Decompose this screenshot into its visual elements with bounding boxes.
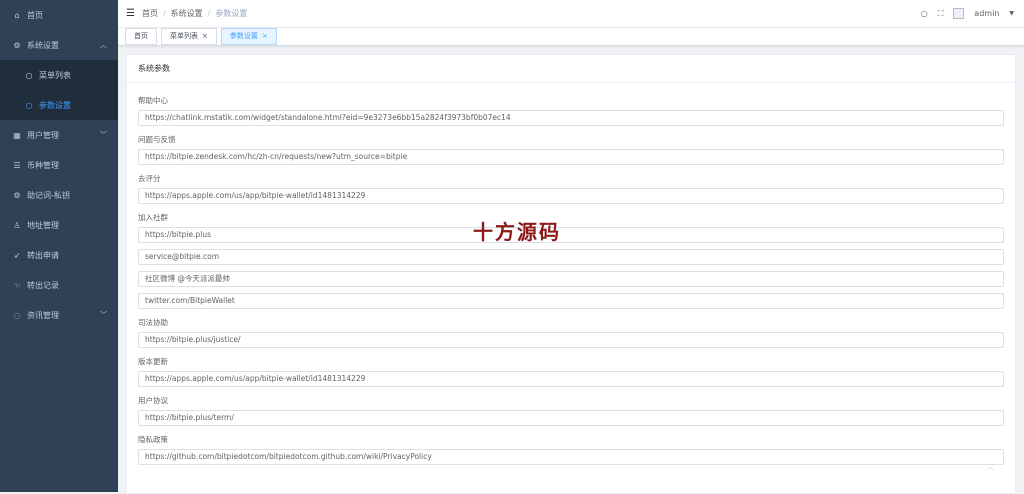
sidebar-item-label: 助记词-私钥: [27, 190, 70, 200]
form-label: 用户协议: [138, 396, 168, 405]
breadcrumb-separator: /: [162, 9, 166, 18]
rocket-icon: ➶: [13, 250, 21, 260]
tag-label: 菜单列表: [170, 32, 198, 40]
sidebar-item-home[interactable]: ⌂ 首页: [0, 0, 118, 30]
sidebar-item-label: 用户管理: [27, 130, 59, 140]
gear-icon: ⚙: [13, 40, 21, 50]
sliders-icon: ☰: [13, 160, 21, 170]
settings-form: 帮助中心 https://chatlink.mstatik.com/widget…: [127, 83, 1015, 465]
circle-icon: ○: [25, 100, 33, 110]
form-group-help-center: 帮助中心 https://chatlink.mstatik.com/widget…: [138, 93, 1015, 126]
grid-icon: ▦: [13, 130, 21, 140]
help-center-input[interactable]: https://chatlink.mstatik.com/widget/stan…: [138, 110, 1004, 126]
sidebar-item-transfer-request[interactable]: ➶ 转出申请: [0, 240, 118, 270]
sidebar-item-user-management[interactable]: ▦ 用户管理 ﹀: [0, 120, 118, 150]
form-group-user-agreement: 用户协议 https://bitpie.plus/term/: [138, 393, 1015, 426]
sidebar-item-label: 系统设置: [27, 40, 59, 50]
chevron-down-icon: ﹀: [100, 131, 107, 139]
breadcrumb-system-settings[interactable]: 系统设置: [171, 9, 203, 18]
sidebar-item-coin-management[interactable]: ☰ 币种管理: [0, 150, 118, 180]
tag-label: 参数设置: [229, 32, 258, 40]
handshake-icon: ☜: [13, 280, 21, 290]
community-twitter-input[interactable]: twitter.com/BitpieWallet: [138, 293, 1004, 309]
user-agreement-input[interactable]: https://bitpie.plus/term/: [138, 410, 1004, 426]
sidebar: ⌂ 首页 ⚙ 系统设置 ︿ ○ 菜单列表 ○ 参数设置 ▦ 用户管理 ﹀ ☰ 币…: [0, 0, 118, 492]
sidebar-item-label: 菜单列表: [39, 70, 71, 80]
chevron-down-icon: ﹀: [100, 311, 107, 319]
sidebar-item-address-management[interactable]: ♙ 地址管理: [0, 210, 118, 240]
chevron-up-icon: ︿: [100, 41, 107, 49]
circle-icon: ○: [25, 70, 33, 80]
form-label: 版本更新: [138, 357, 168, 366]
breadcrumb-current: 参数设置: [215, 9, 248, 18]
caret-down-icon[interactable]: ▼: [1009, 10, 1014, 17]
card-title: 系统参数: [127, 55, 1015, 83]
community-website-input[interactable]: https://bitpie.plus: [138, 227, 1004, 243]
search-icon[interactable]: ○: [921, 9, 928, 18]
sidebar-item-param-settings[interactable]: ○ 参数设置: [0, 90, 118, 120]
community-email-input[interactable]: service@bitpie.com: [138, 249, 1004, 265]
feedback-input[interactable]: https://bitpie.zendesk.com/hc/zh-cn/requ…: [138, 149, 1004, 165]
back-to-top-icon[interactable]: ︿: [987, 462, 994, 472]
breadcrumb-home[interactable]: 首页: [142, 9, 158, 18]
settings-card: 系统参数 帮助中心 https://chatlink.mstatik.com/w…: [126, 54, 1016, 494]
sidebar-item-label: 转出记录: [27, 280, 59, 290]
breadcrumb-separator: /: [207, 9, 211, 18]
sidebar-item-mnemonic-key[interactable]: ⚙ 助记词-私钥: [0, 180, 118, 210]
close-icon[interactable]: ×: [202, 32, 208, 40]
tag-param-settings[interactable]: 参数设置 ×: [220, 28, 277, 45]
breadcrumb: 首页 / 系统设置 / 参数设置: [142, 8, 247, 19]
form-label: 帮助中心: [138, 96, 168, 105]
form-group-privacy: 隐私政策 https://github.com/bitpiedotcom/bit…: [138, 432, 1015, 465]
hamburger-icon[interactable]: ☰: [126, 8, 135, 19]
form-label: 问题与反馈: [138, 135, 176, 144]
tag-label: 首页: [134, 32, 148, 40]
watermark: 十方源码: [473, 220, 561, 244]
sidebar-item-label: 地址管理: [27, 220, 59, 230]
form-group-judicial: 司法协助 https://bitpie.plus/justice/: [138, 315, 1015, 348]
sidebar-item-transfer-records[interactable]: ☜ 转出记录: [0, 270, 118, 300]
community-weibo-input[interactable]: 社区微博 @今天派派最帅: [138, 271, 1004, 287]
sidebar-item-label: 转出申请: [27, 250, 59, 260]
judicial-input[interactable]: https://bitpie.plus/justice/: [138, 332, 1004, 348]
right-menu: ○ ⛶ admin ▼: [921, 0, 1014, 27]
sidebar-item-news-management[interactable]: ◌ 资讯管理 ﹀: [0, 300, 118, 330]
form-group-rating: 去评分 https://apps.apple.com/us/app/bitpie…: [138, 171, 1015, 204]
main-area: ☰ 首页 / 系统设置 / 参数设置 ○ ⛶ admin ▼ 首页 菜单列表 × 参数设置…: [118, 0, 1024, 494]
rating-input[interactable]: https://apps.apple.com/us/app/bitpie-wal…: [138, 188, 1004, 204]
tag-home[interactable]: 首页: [125, 28, 157, 45]
chat-icon: ◌: [13, 310, 21, 320]
navbar: ☰ 首页 / 系统设置 / 参数设置 ○ ⛶ admin ▼: [118, 0, 1024, 27]
gear-icon: ⚙: [13, 190, 21, 200]
tag-menu-list[interactable]: 菜单列表 ×: [161, 28, 217, 45]
avatar[interactable]: [953, 8, 965, 19]
form-label: 加入社群: [138, 213, 168, 222]
sidebar-item-label: 首页: [27, 10, 43, 20]
form-group-community: 加入社群 https://bitpie.plus service@bitpie.…: [138, 210, 1015, 309]
privacy-policy-input[interactable]: https://github.com/bitpiedotcom/bitpiedo…: [138, 449, 1004, 465]
form-label: 去评分: [138, 174, 161, 183]
form-group-feedback: 问题与反馈 https://bitpie.zendesk.com/hc/zh-c…: [138, 132, 1015, 165]
sidebar-item-system-settings[interactable]: ⚙ 系统设置 ︿: [0, 30, 118, 60]
fullscreen-icon[interactable]: ⛶: [938, 9, 944, 19]
username[interactable]: admin: [974, 9, 999, 18]
version-update-input[interactable]: https://apps.apple.com/us/app/bitpie-wal…: [138, 371, 1004, 387]
sidebar-item-menu-list[interactable]: ○ 菜单列表: [0, 60, 118, 90]
sidebar-item-label: 资讯管理: [27, 310, 59, 320]
home-icon: ⌂: [14, 10, 20, 20]
user-icon: ♙: [13, 220, 21, 230]
tags-view: 首页 菜单列表 × 参数设置 ×: [118, 27, 1024, 46]
form-group-version-update: 版本更新 https://apps.apple.com/us/app/bitpi…: [138, 354, 1015, 387]
sidebar-item-label: 参数设置: [39, 100, 71, 110]
sidebar-item-label: 币种管理: [27, 160, 59, 170]
form-label: 司法协助: [138, 318, 168, 327]
form-label: 隐私政策: [138, 435, 168, 444]
close-icon[interactable]: ×: [262, 32, 268, 40]
